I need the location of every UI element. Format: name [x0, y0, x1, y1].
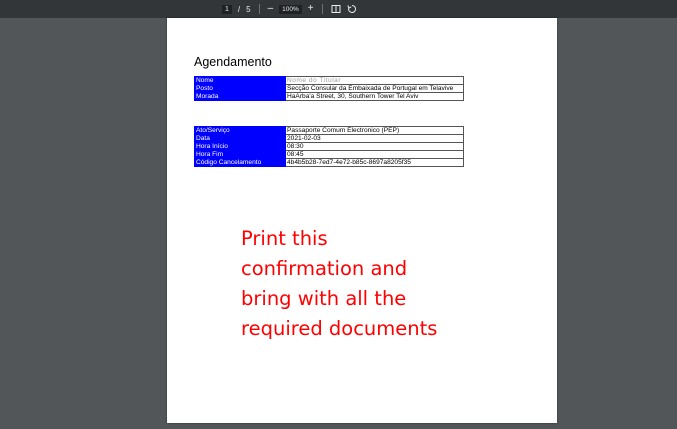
field-value: 08:30 [285, 142, 464, 151]
field-label: Código Cancelamento [194, 158, 286, 167]
field-value: 4b4b5b28-7ed7-4e72-b85c-8697a8205f35 [285, 158, 464, 167]
total-pages: 5 [246, 4, 251, 14]
print-instruction-note: Print this confirmation and bring with a… [241, 224, 437, 344]
field-value: HaArba'a Street, 30, Southern Tower Tel … [285, 92, 464, 101]
toolbar-divider [258, 4, 260, 14]
note-line: Print this [241, 227, 328, 250]
zoom-in-button[interactable]: + [308, 4, 314, 14]
note-line: confirmation and [241, 257, 408, 280]
field-label: Hora Início [194, 142, 286, 151]
pdf-toolbar: 1 / 5 – 100% + [0, 0, 677, 18]
toolbar-divider [321, 4, 323, 14]
zoom-out-button[interactable]: – [268, 4, 274, 14]
table-row: Código Cancelamento 4b4b5b28-7ed7-4e72-b… [194, 158, 464, 167]
document-title: Agendamento [194, 55, 272, 69]
page-number-input[interactable]: 1 [222, 4, 232, 14]
field-value: Passaporte Comum Electronico (PEP) [285, 126, 464, 135]
field-value: Nome do Titular [285, 76, 464, 85]
note-line: required documents [241, 317, 438, 340]
appointment-table: Nome Nome do Titular Posto Secção Consul… [194, 76, 464, 101]
rotate-icon[interactable] [346, 4, 357, 14]
field-value: 2021-02-03 [285, 134, 464, 143]
table-row: Hora Fim 08:45 [194, 150, 464, 159]
table-row: Posto Secção Consular da Embaixada de Po… [194, 84, 464, 93]
field-label: Data [194, 134, 286, 143]
pdf-page: Agendamento Nome Nome do Titular Posto S… [167, 18, 557, 423]
field-value: Secção Consular da Embaixada de Portugal… [285, 84, 464, 93]
field-value: 08:45 [285, 150, 464, 159]
field-label: Nome [194, 76, 286, 85]
page-separator: / [237, 4, 241, 14]
field-label: Ato/Serviço [194, 126, 286, 135]
table-row: Morada HaArba'a Street, 30, Southern Tow… [194, 92, 464, 101]
note-line: bring with all the [241, 287, 407, 310]
service-table: Ato/Serviço Passaporte Comum Electronico… [194, 126, 464, 167]
table-row: Data 2021-02-03 [194, 134, 464, 143]
toolbar-controls: 1 / 5 – 100% + [222, 0, 357, 18]
zoom-level-input[interactable]: 100% [279, 4, 302, 14]
field-label: Hora Fim [194, 150, 286, 159]
field-label: Morada [194, 92, 286, 101]
table-row: Ato/Serviço Passaporte Comum Electronico… [194, 126, 464, 135]
table-row: Hora Início 08:30 [194, 142, 464, 151]
table-row: Nome Nome do Titular [194, 76, 464, 85]
fit-page-icon[interactable] [331, 4, 341, 14]
field-label: Posto [194, 84, 286, 93]
